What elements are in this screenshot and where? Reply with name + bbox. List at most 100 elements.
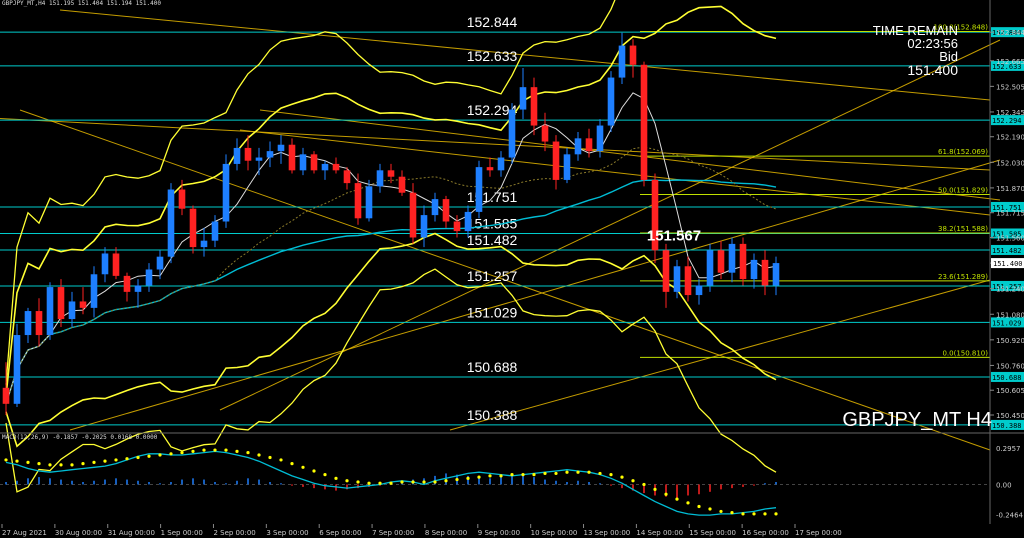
candle-body xyxy=(200,240,208,248)
fib-level-label: 61.8(152.069) xyxy=(938,148,988,156)
macd-signal-dot xyxy=(279,458,283,462)
bollinger-band-line xyxy=(5,268,777,493)
bollinger-band-line xyxy=(5,0,616,385)
bollinger-band-line xyxy=(5,232,777,448)
bollinger-bands xyxy=(5,0,777,493)
candle-body xyxy=(464,211,472,232)
candle-body xyxy=(475,167,483,212)
price-level-label: 150.688 xyxy=(467,359,518,375)
candle-body xyxy=(409,192,417,238)
candle-body xyxy=(90,274,98,308)
macd-signal-dot xyxy=(4,458,8,462)
candle-body xyxy=(574,138,582,155)
macd-signal-dot xyxy=(554,471,558,476)
candle-body xyxy=(761,259,769,286)
x-tick-label: 30 Aug 00:00 xyxy=(55,529,102,537)
macd-signal-dot xyxy=(664,492,668,496)
candle-body xyxy=(739,243,747,280)
candle-body xyxy=(376,170,384,187)
candle-body xyxy=(167,189,175,257)
x-tick-label: 9 Sep 00:00 xyxy=(478,529,520,537)
candle-body xyxy=(673,266,681,292)
candle-body xyxy=(343,170,351,184)
x-tick-label: 6 Sep 00:00 xyxy=(319,529,361,537)
macd-signal-dot xyxy=(191,449,195,453)
candle-body xyxy=(772,263,780,286)
macd-panel: 0.2957 0.00 -0.2464 xyxy=(0,445,1024,520)
macd-signal-dot xyxy=(576,470,580,474)
y-tick-label: 151.715 xyxy=(996,210,1024,218)
macd-signal-dot xyxy=(26,460,30,464)
fib-level-label: 23.6(151.289) xyxy=(938,273,988,281)
trendline xyxy=(59,9,991,101)
candle-body xyxy=(35,311,43,336)
y-tick-label: 151.870 xyxy=(996,185,1024,193)
x-tick-label: 2 Sep 00:00 xyxy=(213,529,255,537)
macd-signal-dot xyxy=(125,457,129,461)
macd-signal-dot xyxy=(367,481,371,485)
macd-signal-dot xyxy=(565,470,569,474)
macd-signal-dot xyxy=(246,450,250,455)
price-level-label: 151.257 xyxy=(467,268,518,284)
macd-signal-dot xyxy=(15,459,19,463)
candle-body xyxy=(178,189,186,209)
y-tick-label: 150.760 xyxy=(996,362,1024,370)
x-tick-label: 1 Sep 00:00 xyxy=(161,529,203,537)
macd-signal-dot xyxy=(543,471,547,476)
macd-signal-dot xyxy=(444,479,448,483)
macd-signal-dot xyxy=(323,473,327,477)
fib-level-label: 0.0(150.810) xyxy=(942,349,988,357)
macd-signal-dot xyxy=(488,474,492,478)
macd-signal-dot xyxy=(708,507,712,511)
candle-body xyxy=(695,285,703,296)
candle-body xyxy=(112,253,120,276)
x-tick-label: 16 Sep 00:00 xyxy=(742,529,789,537)
macd-signal-dot xyxy=(719,509,723,514)
candle-body xyxy=(321,163,329,171)
candle-body xyxy=(57,287,65,320)
candle-body xyxy=(101,253,109,275)
macd-signal-dot xyxy=(741,512,745,516)
y-tick-label: 152.190 xyxy=(996,134,1024,142)
candle-body xyxy=(288,144,296,171)
price-chart[interactable]: 152.844152.844152.633152.633152.294152.2… xyxy=(0,0,1024,538)
macd-signal-dot xyxy=(389,481,393,485)
candle-body xyxy=(728,243,736,273)
macd-signal-dot xyxy=(609,473,613,477)
macd-signal-dot xyxy=(587,470,591,474)
macd-signal-dot xyxy=(686,501,690,505)
candle-body xyxy=(420,215,428,238)
macd-signal-dot xyxy=(257,453,261,457)
macd-signal-dot xyxy=(730,511,734,515)
candle-body xyxy=(365,186,373,219)
macd-signal-dot xyxy=(675,497,679,501)
macd-signal-dot xyxy=(455,477,459,482)
macd-signal-dot xyxy=(378,481,382,485)
candle-body xyxy=(123,275,131,292)
moving-average-line xyxy=(5,179,777,405)
macd-signal-dot xyxy=(345,479,349,483)
candle-body xyxy=(24,311,32,336)
macd-signal-dot xyxy=(642,482,646,487)
candle-body xyxy=(530,87,538,126)
macd-signal-dot xyxy=(620,475,624,479)
y-tick-label: 152.844 xyxy=(996,29,1024,37)
x-tick-label: 8 Sep 00:00 xyxy=(425,529,467,537)
macd-signal-dot xyxy=(169,452,173,456)
macd-signal-dot xyxy=(422,480,426,484)
macd-signal-dot xyxy=(114,458,118,462)
macd-signal-dot xyxy=(235,449,239,453)
macd-signal-dot xyxy=(136,455,140,460)
macd-signal-dot xyxy=(312,469,316,473)
macd-signal-dot xyxy=(202,448,206,452)
candle-body xyxy=(277,144,285,152)
macd-signal-dot xyxy=(466,476,470,480)
candle-body xyxy=(255,157,263,161)
x-tick-label: 31 Aug 00:00 xyxy=(108,529,155,537)
candle-body xyxy=(156,256,164,270)
x-tick-label: 27 Aug 2021 xyxy=(2,529,47,537)
candle-body xyxy=(79,301,87,308)
macd-signal-dot xyxy=(158,453,162,457)
macd-signal-dot xyxy=(598,471,602,476)
macd-signal-dot xyxy=(521,473,525,477)
